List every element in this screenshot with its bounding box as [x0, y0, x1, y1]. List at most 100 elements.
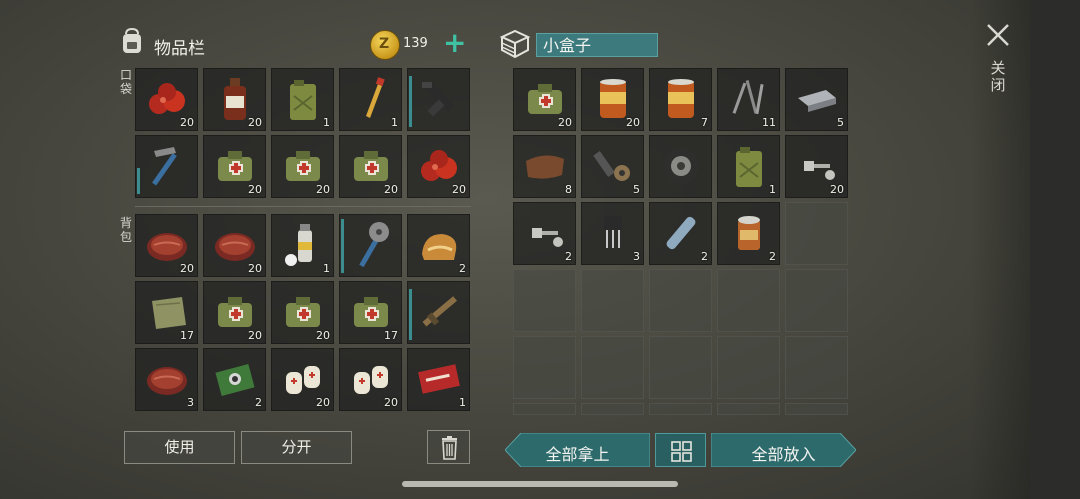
- box-empty-slot[interactable]: [649, 403, 712, 415]
- food-can-icon: [668, 79, 694, 118]
- close-icon[interactable]: [985, 22, 1011, 48]
- box-empty-slot[interactable]: [581, 336, 644, 399]
- box-icon: [499, 29, 531, 59]
- box-item-slot[interactable]: 2: [717, 202, 780, 265]
- trash-icon: [442, 436, 457, 460]
- item-quantity: 20: [248, 262, 262, 275]
- backpack-item-slot[interactable]: 3: [135, 348, 198, 411]
- pocket-item-slot[interactable]: 20: [339, 135, 402, 198]
- durability-bar: [137, 168, 140, 194]
- item-quantity: 2: [459, 262, 466, 275]
- item-quantity: 20: [180, 116, 194, 129]
- backpack-item-slot[interactable]: 2: [407, 214, 470, 277]
- box-item-slot[interactable]: 20: [513, 68, 576, 131]
- box-item-slot[interactable]: 20: [785, 135, 848, 198]
- delete-button[interactable]: [427, 430, 470, 464]
- item-quantity: 5: [837, 116, 844, 129]
- box-empty-slot[interactable]: [717, 336, 780, 399]
- box-item-slot[interactable]: [649, 135, 712, 198]
- put-all-button[interactable]: 全部放入: [711, 433, 856, 467]
- item-quantity: 2: [255, 396, 262, 409]
- box-empty-slot[interactable]: [513, 403, 576, 415]
- backpack-item-slot[interactable]: 20: [203, 281, 266, 344]
- item-quantity: 8: [565, 183, 572, 196]
- durability-bar: [409, 289, 412, 340]
- durability-bar: [341, 219, 344, 273]
- grid-sort-icon: [671, 441, 692, 462]
- item-quantity: 20: [180, 262, 194, 275]
- item-quantity: 1: [323, 262, 330, 275]
- box-empty-slot[interactable]: [649, 269, 712, 332]
- pocket-item-slot[interactable]: 20: [407, 135, 470, 198]
- box-empty-slot[interactable]: [785, 403, 848, 415]
- backpack-item-slot[interactable]: 20: [135, 214, 198, 277]
- metal-bar-icon: [798, 90, 836, 112]
- split-button[interactable]: 分开: [241, 431, 352, 464]
- backpack-item-slot[interactable]: 2: [203, 348, 266, 411]
- tire-icon: [663, 148, 699, 184]
- item-quantity: 7: [701, 116, 708, 129]
- box-item-slot[interactable]: 7: [649, 68, 712, 131]
- box-empty-slot[interactable]: [581, 403, 644, 415]
- item-quantity: 2: [769, 250, 776, 263]
- item-quantity: 20: [316, 329, 330, 342]
- backpack-item-slot[interactable]: 17: [135, 281, 198, 344]
- backpack-item-slot[interactable]: [407, 281, 470, 344]
- pocket-item-slot[interactable]: 1: [271, 68, 334, 131]
- item-quantity: 1: [323, 116, 330, 129]
- backpack-item-slot[interactable]: [339, 214, 402, 277]
- hammer-icon: [152, 147, 177, 186]
- backpack-item-slot[interactable]: 20: [339, 348, 402, 411]
- close-label[interactable]: 关闭: [988, 60, 1008, 94]
- pocket-item-slot[interactable]: 20: [271, 135, 334, 198]
- item-quantity: 11: [762, 116, 776, 129]
- pocket-item-slot[interactable]: 1: [339, 68, 402, 131]
- item-quantity: 20: [558, 116, 572, 129]
- pocket-item-slot[interactable]: [407, 68, 470, 131]
- pocket-item-slot[interactable]: 20: [135, 68, 198, 131]
- backpack-item-slot[interactable]: 20: [203, 214, 266, 277]
- box-empty-slot[interactable]: [581, 269, 644, 332]
- item-quantity: 1: [459, 396, 466, 409]
- backpack-label: 背包: [119, 216, 132, 244]
- item-quantity: 2: [701, 250, 708, 263]
- box-empty-slot[interactable]: [785, 269, 848, 332]
- add-coins-button[interactable]: +: [443, 29, 466, 57]
- bread-icon: [422, 234, 457, 260]
- gun-icon: [422, 81, 454, 117]
- backpack-item-slot[interactable]: 17: [339, 281, 402, 344]
- parts-icon: [593, 151, 630, 181]
- box-item-slot[interactable]: 20: [581, 68, 644, 131]
- box-empty-slot[interactable]: [513, 269, 576, 332]
- backpack-item-slot[interactable]: 1: [271, 214, 334, 277]
- box-title[interactable]: 小盒子: [536, 33, 658, 57]
- backpack-item-slot[interactable]: 20: [271, 281, 334, 344]
- take-all-button[interactable]: 全部拿上: [505, 433, 650, 467]
- box-empty-slot[interactable]: [649, 336, 712, 399]
- backpack-item-slot[interactable]: 20: [271, 348, 334, 411]
- pocket-item-slot[interactable]: 20: [203, 68, 266, 131]
- box-item-slot[interactable]: 8: [513, 135, 576, 198]
- box-item-slot[interactable]: 2: [649, 202, 712, 265]
- box-empty-slot[interactable]: [785, 336, 848, 399]
- box-item-slot[interactable]: 3: [581, 202, 644, 265]
- box-empty-slot[interactable]: [717, 403, 780, 415]
- box-item-slot[interactable]: 5: [581, 135, 644, 198]
- circuit-board-icon: [215, 364, 255, 396]
- use-button[interactable]: 使用: [124, 431, 235, 464]
- box-empty-slot[interactable]: [717, 269, 780, 332]
- backpack-item-slot[interactable]: 1: [407, 348, 470, 411]
- box-item-empty-slot[interactable]: [785, 202, 848, 265]
- plastic-bottle-icon: [666, 216, 696, 250]
- sort-button[interactable]: [655, 433, 706, 467]
- steak-icon: [147, 367, 187, 395]
- box-item-slot[interactable]: 5: [785, 68, 848, 131]
- item-quantity: 5: [633, 183, 640, 196]
- item-quantity: 20: [830, 183, 844, 196]
- box-empty-slot[interactable]: [513, 336, 576, 399]
- box-item-slot[interactable]: 1: [717, 135, 780, 198]
- box-item-slot[interactable]: 11: [717, 68, 780, 131]
- pocket-item-slot[interactable]: 20: [203, 135, 266, 198]
- pocket-item-slot[interactable]: [135, 135, 198, 198]
- box-item-slot[interactable]: 2: [513, 202, 576, 265]
